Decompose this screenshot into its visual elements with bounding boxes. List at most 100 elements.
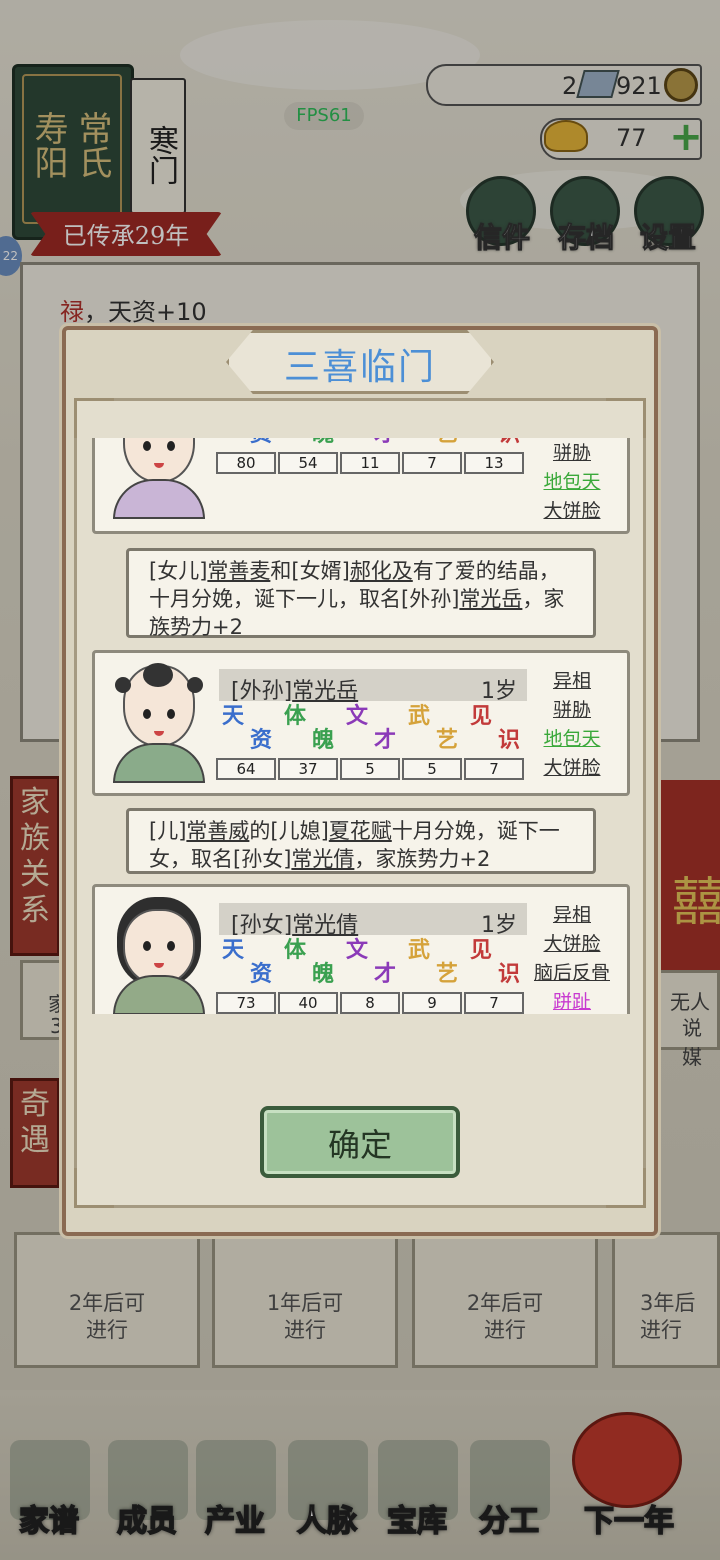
avatar-eye [143,941,151,951]
attr-label-char: 武 [408,937,431,963]
attr-value: 9 [402,992,462,1014]
avatar-hair-bun [115,677,131,693]
attr-value: 8 [340,992,400,1014]
child-avatar [113,438,205,519]
attr-label-icon: 文才 [346,938,396,990]
avatar-robe [113,479,205,519]
attr-value: 7 [464,992,524,1014]
attr-value: 80 [216,452,276,474]
attr-value: 13 [464,452,524,474]
attr-label-icon: 武艺 [408,438,458,450]
attr-label-char: 体 [284,937,307,963]
attr-value: 5 [402,758,462,780]
attr-label-char: 魄 [284,438,334,446]
attr-label-char: 艺 [435,727,458,753]
attr-label-icon: 天资 [222,438,272,450]
attr-label-icon: 天资 [222,938,272,990]
attr-label-char: 见 [470,703,493,729]
child-name: [外孙]常光岳 [231,673,358,705]
person-link[interactable]: 常善威 [186,819,249,843]
attr-label-icon: 文才 [346,438,396,450]
event-list[interactable]: [女儿]常善麦和[女婿]郝化及有了爱的结晶，十月分娩，诞下一儿，取名[外孙]常光… [92,438,630,1014]
msg-text: ，家族势力+2 [354,847,491,871]
person-link[interactable]: 常光倩 [292,913,358,938]
trait-link[interactable]: 异相 [532,900,612,927]
attr-label-icon: 体魄 [284,704,334,756]
avatar-robe [113,743,205,783]
attr-label-char: 才 [346,438,396,446]
attr-label-icon: 文才 [346,704,396,756]
attr-label-char: 文 [346,937,369,963]
attr-label-icon: 天资 [222,704,272,756]
attr-label-char: 天 [222,703,245,729]
avatar-head [123,438,195,483]
child-age: 1岁 [481,913,517,938]
person-link[interactable]: 夏花赋 [329,819,392,843]
child-avatar [113,897,205,1014]
child-age: 1岁 [481,679,517,704]
attr-label-char: 才 [373,961,396,987]
avatar-eye [167,441,175,451]
attr-value: 40 [278,992,338,1014]
modal-title: 三喜临门 [283,347,436,388]
attr-label-char: 魄 [311,961,334,987]
trait-link[interactable]: 地包天 [532,724,612,751]
attr-label-char: 识 [497,961,520,987]
trait-link[interactable]: 骈胁 [532,695,612,722]
attr-label-char: 魄 [311,727,334,753]
person-link[interactable]: 常光岳 [292,679,358,704]
trait-link[interactable]: 骈胁 [532,438,612,465]
attr-label-char: 资 [222,438,272,446]
msg-text: [女儿] [149,559,208,583]
trait-link[interactable]: 大饼脸 [532,496,612,523]
trait-link[interactable]: 脑后反骨 [532,958,612,985]
attr-value: 73 [216,992,276,1014]
confirm-button-label[interactable]: 确定 [260,1120,460,1166]
person-link[interactable]: 常光岳 [459,587,522,611]
trait-link[interactable]: 跰趾 [532,987,612,1014]
avatar-eye [167,941,175,951]
attr-label-char: 资 [249,727,272,753]
msg-text: [儿] [149,819,187,843]
attr-label-char: 文 [346,703,369,729]
person-link[interactable]: 常善麦 [207,559,270,583]
attr-label-char: 识 [470,438,520,446]
attr-value: 5 [340,758,400,780]
attr-value: 37 [278,758,338,780]
attr-value: 11 [340,452,400,474]
person-link[interactable]: 常光倩 [291,847,354,871]
relation-label: [孙女] [231,913,293,938]
person-link[interactable]: 郝化及 [350,559,413,583]
attr-label-char: 艺 [435,961,458,987]
attr-label-icon: 武艺 [408,704,458,756]
birth-message: [儿]常善威的[儿媳]夏花赋十月分娩，诞下一女，取名[孙女]常光倩，家族势力+2 [126,808,596,874]
frame-corner [74,398,114,438]
msg-text: 的[儿媳] [249,819,329,843]
attr-label-char: 才 [373,727,396,753]
child-name: [孙女]常光倩 [231,907,358,939]
avatar-head [123,909,195,985]
frame-corner [74,1168,114,1208]
attr-label-char: 资 [249,961,272,987]
trait-link[interactable]: 大饼脸 [532,929,612,956]
attr-value: 7 [402,452,462,474]
avatar-eye [143,441,151,451]
attr-label-char: 体 [284,703,307,729]
attr-label-icon: 体魄 [284,938,334,990]
attr-value: 7 [464,758,524,780]
trait-link[interactable]: 大饼脸 [532,753,612,780]
trait-link[interactable]: 地包天 [532,467,612,494]
attr-value: 64 [216,758,276,780]
attr-label-char: 艺 [408,438,458,446]
attr-label-icon: 见识 [470,438,520,450]
attr-label-char: 天 [222,937,245,963]
trait-link[interactable]: 异相 [532,666,612,693]
msg-text: 和[女婿] [270,559,350,583]
relation-label: [外孙] [231,679,293,704]
frame-corner [606,398,646,438]
attr-value: 54 [278,452,338,474]
attr-label-char: 武 [408,703,431,729]
frame-corner [606,1168,646,1208]
avatar-eye [167,709,175,719]
avatar-robe [113,975,205,1014]
